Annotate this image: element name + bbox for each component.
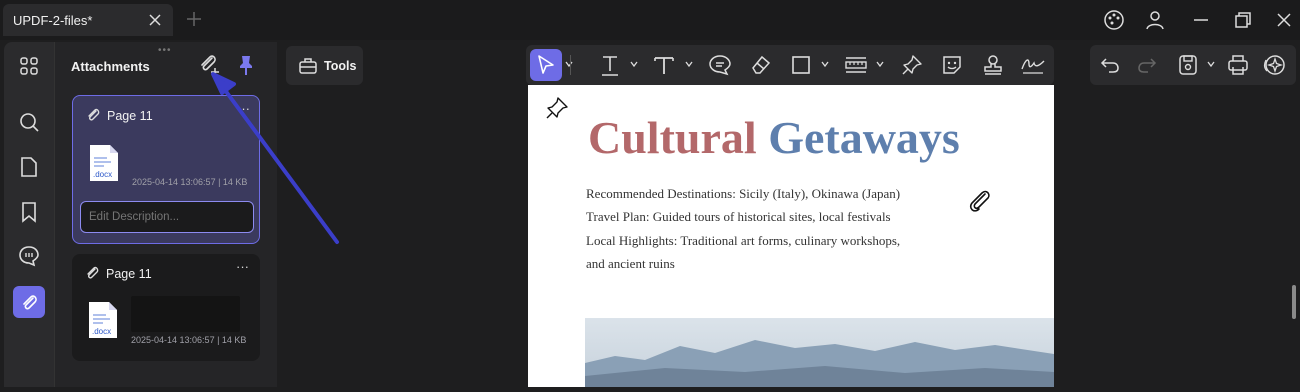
sticker-icon[interactable]	[939, 52, 965, 78]
minimize-icon[interactable]	[1190, 9, 1212, 31]
pages-button[interactable]	[13, 151, 45, 183]
close-window-icon[interactable]	[1273, 9, 1295, 31]
restore-icon[interactable]	[1232, 9, 1254, 31]
more-options-icon[interactable]: ···	[236, 259, 249, 274]
chevron-down-icon[interactable]	[565, 60, 573, 68]
stamp-icon[interactable]	[980, 52, 1006, 78]
thumbnails-button[interactable]	[13, 50, 45, 82]
chevron-down-icon[interactable]	[630, 60, 638, 68]
signature-icon[interactable]	[1020, 52, 1046, 78]
pin-annotation-icon[interactable]	[545, 96, 569, 120]
eraser-icon[interactable]	[748, 52, 774, 78]
panel-resize-grip[interactable]: •••	[158, 45, 172, 56]
landscape-photo	[585, 318, 1054, 387]
document-line: Travel Plan: Guided tours of historical …	[586, 209, 891, 224]
attachment-annotation-icon[interactable]	[966, 188, 994, 216]
attachment-meta: 2025-04-14 13:06:57 | 14 KB	[132, 177, 248, 187]
file-type-label: .docx	[93, 170, 112, 179]
ai-assistant-icon[interactable]	[1262, 52, 1288, 78]
theme-palette-icon[interactable]	[1103, 9, 1125, 31]
pdf-page[interactable]: Cultural Getaways Recommended Destinatio…	[528, 85, 1054, 387]
new-tab-icon[interactable]	[185, 10, 203, 28]
comment-bubble-icon[interactable]	[707, 52, 733, 78]
attachments-panel: ••• Attachments Page 11 ··· .docx 2025-0…	[54, 42, 277, 387]
rectangle-shape-icon[interactable]	[788, 52, 814, 78]
chevron-down-icon[interactable]	[1207, 60, 1215, 68]
toolbar-divider	[570, 55, 571, 75]
attachment-meta: 2025-04-14 13:06:57 | 14 KB	[131, 335, 247, 345]
heading-part-getaways: Getaways	[768, 112, 960, 163]
bookmarks-button[interactable]	[13, 196, 45, 228]
undo-icon[interactable]	[1097, 52, 1123, 78]
account-icon[interactable]	[1144, 9, 1166, 31]
attachment-card[interactable]: Page 11 ··· .docx 2025-04-14 13:06:57 | …	[72, 254, 260, 361]
left-icon-rail	[4, 42, 54, 387]
docx-file-icon: .docx	[88, 301, 118, 339]
add-attachment-icon[interactable]	[196, 52, 222, 78]
pin-icon[interactable]	[899, 52, 925, 78]
chevron-down-icon[interactable]	[821, 60, 829, 68]
tools-label: Tools	[324, 59, 357, 73]
text-underline-icon[interactable]	[597, 52, 623, 78]
redacted-description	[131, 296, 240, 332]
document-line: Recommended Destinations: Sicily (Italy)…	[586, 186, 901, 201]
thumbnails-icon	[20, 57, 38, 75]
pin-panel-icon[interactable]	[233, 52, 259, 78]
tools-button[interactable]: Tools	[286, 46, 363, 85]
title-bar: UPDF-2-files*	[0, 0, 1300, 40]
tab-title: UPDF-2-files*	[13, 13, 93, 28]
chevron-down-icon[interactable]	[685, 60, 693, 68]
file-type-label: .docx	[92, 327, 111, 336]
toolbox-icon	[299, 58, 317, 74]
redo-icon[interactable]	[1134, 52, 1160, 78]
document-line: and ancient ruins	[586, 256, 675, 271]
attachments-button[interactable]	[13, 286, 45, 318]
search-icon	[20, 113, 39, 132]
right-toolbar	[1090, 45, 1296, 85]
bookmark-icon	[22, 202, 36, 223]
more-options-icon[interactable]: ···	[237, 101, 250, 116]
document-tab[interactable]: UPDF-2-files*	[3, 4, 173, 36]
paperclip-icon	[23, 295, 37, 310]
close-tab-icon[interactable]	[145, 10, 165, 30]
comment-icon	[19, 246, 39, 267]
description-input[interactable]	[80, 201, 254, 233]
attachment-page-label: Page 11	[107, 109, 153, 123]
page-icon	[21, 157, 37, 177]
save-icon[interactable]	[1175, 52, 1201, 78]
annotation-toolbar	[526, 45, 1054, 85]
comments-button[interactable]	[13, 240, 45, 272]
paperclip-icon	[88, 108, 100, 121]
panel-title: Attachments	[71, 59, 150, 74]
heading-part-cultural: Cultural	[588, 112, 757, 163]
select-cursor-icon	[538, 55, 554, 74]
measure-ruler-icon[interactable]	[843, 52, 869, 78]
paperclip-icon	[87, 266, 99, 279]
chevron-down-icon[interactable]	[876, 60, 884, 68]
search-button[interactable]	[13, 106, 45, 138]
document-heading: Cultural Getaways	[588, 111, 960, 164]
print-icon[interactable]	[1225, 52, 1251, 78]
text-box-icon[interactable]	[651, 52, 677, 78]
attachment-page-label: Page 11	[106, 267, 152, 281]
vertical-scrollbar[interactable]	[1292, 285, 1296, 319]
document-line: Local Highlights: Traditional art forms,…	[586, 233, 901, 248]
docx-file-icon: .docx	[89, 144, 119, 182]
attachment-card[interactable]: Page 11 ··· .docx 2025-04-14 13:06:57 | …	[72, 95, 260, 244]
